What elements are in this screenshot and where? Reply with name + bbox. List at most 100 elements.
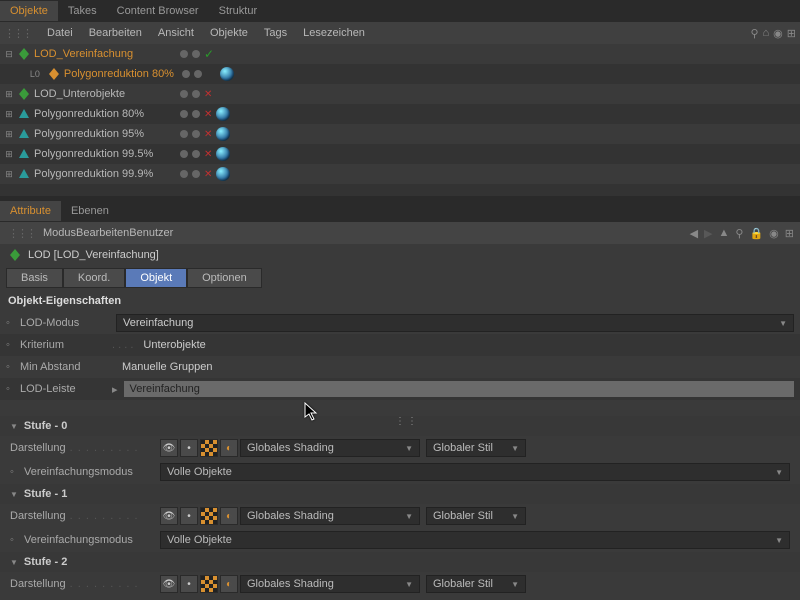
search-icon[interactable]: ⚲ [735, 227, 743, 240]
expander-icon[interactable]: ⊞ [4, 169, 14, 180]
cross-icon[interactable]: ✕ [204, 89, 212, 100]
menu-bearbeiten[interactable]: Bearbeiten [81, 25, 150, 41]
ptab-optionen[interactable]: Optionen [187, 268, 262, 288]
eye-btn-icon[interactable]: 👁 [160, 439, 178, 457]
material-sphere-icon[interactable] [216, 147, 230, 161]
expander-icon[interactable]: ⊞ [4, 149, 14, 160]
nav-back-icon[interactable]: ◀ [690, 227, 698, 240]
ptab-koord[interactable]: Koord. [63, 268, 125, 288]
render-dot-icon[interactable] [192, 110, 200, 118]
anim-bullet-icon[interactable]: ◦ [6, 339, 20, 351]
visibility-dot-icon[interactable] [180, 150, 188, 158]
menu-objekte[interactable]: Objekte [202, 25, 256, 41]
shading-dropdown[interactable]: Globales Shading▼ [240, 575, 420, 593]
material-sphere-icon[interactable] [216, 127, 230, 141]
tree-row[interactable]: ⊞ Polygonreduktion 80% ✕ [0, 104, 800, 124]
tree-row[interactable]: ⊞ Polygonreduktion 99.9% ✕ [0, 164, 800, 184]
checker-btn-icon[interactable] [200, 439, 218, 457]
tree-row[interactable]: L0 Polygonreduktion 80% [0, 64, 800, 84]
eye-icon[interactable]: ◉ [773, 27, 783, 40]
visibility-dot-icon[interactable] [180, 170, 188, 178]
ptab-basis[interactable]: Basis [6, 268, 63, 288]
drag-handle-icon[interactable]: ⋮⋮ [395, 416, 419, 427]
expander-icon[interactable]: ⊞ [4, 89, 14, 100]
ptab-objekt[interactable]: Objekt [125, 268, 187, 288]
dot-btn-icon[interactable]: • [180, 575, 198, 593]
stil-dropdown[interactable]: Globaler Stil▼ [426, 507, 526, 525]
search-icon[interactable]: ⚲ [750, 27, 758, 40]
render-dot-icon[interactable] [192, 90, 200, 98]
nav-up-icon[interactable]: ▲ [719, 227, 730, 239]
grip-icon: ⋮⋮⋮ [4, 27, 31, 40]
tree-row[interactable]: ⊟ LOD_Vereinfachung ✓ [0, 44, 800, 64]
anim-bullet-icon[interactable]: ◦ [6, 383, 20, 395]
expand-icon[interactable]: ⊞ [787, 27, 796, 40]
visibility-dot-icon[interactable] [180, 90, 188, 98]
render-dot-icon[interactable] [192, 50, 200, 58]
attribute-panel-tabs: Attribute Ebenen [0, 200, 800, 222]
dot-btn-icon[interactable]: • [180, 507, 198, 525]
stil-dropdown[interactable]: Globaler Stil▼ [426, 439, 526, 457]
lod-leiste-input[interactable]: Vereinfachung [124, 381, 794, 397]
menu-benutzer[interactable]: Benutzer [129, 227, 173, 239]
tab-content-browser[interactable]: Content Browser [107, 1, 209, 21]
lock-icon[interactable]: 🔒 [749, 227, 763, 240]
cross-icon[interactable]: ✕ [204, 129, 212, 140]
checker-btn-icon[interactable] [200, 575, 218, 593]
tree-row[interactable]: ⊞ Polygonreduktion 99.5% ✕ [0, 144, 800, 164]
tab-attribute[interactable]: Attribute [0, 201, 61, 221]
visibility-dot-icon[interactable] [180, 130, 188, 138]
expander-icon[interactable]: ⊟ [4, 49, 14, 60]
tab-takes[interactable]: Takes [58, 1, 107, 21]
visibility-dot-icon[interactable] [180, 50, 188, 58]
render-dot-icon[interactable] [192, 170, 200, 178]
stage-1-header[interactable]: ▼ Stufe - 1 [0, 484, 800, 504]
home-icon[interactable]: ⌂ [763, 27, 770, 40]
menu-bearbeiten[interactable]: Bearbeiten [76, 227, 129, 239]
expander-icon[interactable]: ⊞ [4, 129, 14, 140]
menu-lesezeichen[interactable]: Lesezeichen [295, 25, 373, 41]
tree-row[interactable]: ⊞ Polygonreduktion 95% ✕ [0, 124, 800, 144]
material-sphere-icon[interactable] [216, 167, 230, 181]
ring-btn-icon[interactable]: ◐ [220, 439, 238, 457]
anim-bullet-icon[interactable]: ◦ [6, 317, 20, 329]
lod-modus-dropdown[interactable]: Vereinfachung ▼ [116, 314, 794, 332]
nav-fwd-icon[interactable]: ▶ [704, 227, 712, 240]
menu-modus[interactable]: Modus [43, 227, 76, 239]
ring-btn-icon[interactable]: ◐ [220, 507, 238, 525]
volle-dropdown[interactable]: Volle Objekte▼ [160, 463, 790, 481]
expand-icon[interactable]: ⊞ [785, 227, 794, 240]
cross-icon[interactable]: ✕ [204, 169, 212, 180]
eye-btn-icon[interactable]: 👁 [160, 507, 178, 525]
tree-row[interactable]: ⊞ LOD_Unterobjekte ✕ [0, 84, 800, 104]
cross-icon[interactable]: ✕ [204, 149, 212, 160]
tree-item-label: LOD_Unterobjekte [34, 88, 133, 100]
anim-bullet-icon[interactable]: ◦ [6, 361, 20, 373]
expander-icon[interactable]: ⊞ [4, 109, 14, 120]
visibility-dot-icon[interactable] [180, 110, 188, 118]
shading-dropdown[interactable]: Globales Shading▼ [240, 507, 420, 525]
dot-btn-icon[interactable]: • [180, 439, 198, 457]
visibility-dot-icon[interactable] [182, 70, 190, 78]
ring-btn-icon[interactable]: ◐ [220, 575, 238, 593]
material-sphere-icon[interactable] [216, 107, 230, 121]
render-dot-icon[interactable] [194, 70, 202, 78]
material-sphere-icon[interactable] [220, 67, 234, 81]
menu-datei[interactable]: Datei [39, 25, 81, 41]
menu-tags[interactable]: Tags [256, 25, 295, 41]
shading-dropdown[interactable]: Globales Shading▼ [240, 439, 420, 457]
eye-icon[interactable]: ◉ [769, 227, 779, 240]
eye-btn-icon[interactable]: 👁 [160, 575, 178, 593]
check-icon[interactable]: ✓ [204, 47, 214, 61]
stage-2-header[interactable]: ▼ Stufe - 2 [0, 552, 800, 572]
stil-dropdown[interactable]: Globaler Stil▼ [426, 575, 526, 593]
tab-ebenen[interactable]: Ebenen [61, 201, 119, 221]
render-dot-icon[interactable] [192, 150, 200, 158]
tab-struktur[interactable]: Struktur [209, 1, 268, 21]
tab-objekte[interactable]: Objekte [0, 1, 58, 21]
cross-icon[interactable]: ✕ [204, 109, 212, 120]
menu-ansicht[interactable]: Ansicht [150, 25, 202, 41]
volle-dropdown[interactable]: Volle Objekte▼ [160, 531, 790, 549]
checker-btn-icon[interactable] [200, 507, 218, 525]
render-dot-icon[interactable] [192, 130, 200, 138]
